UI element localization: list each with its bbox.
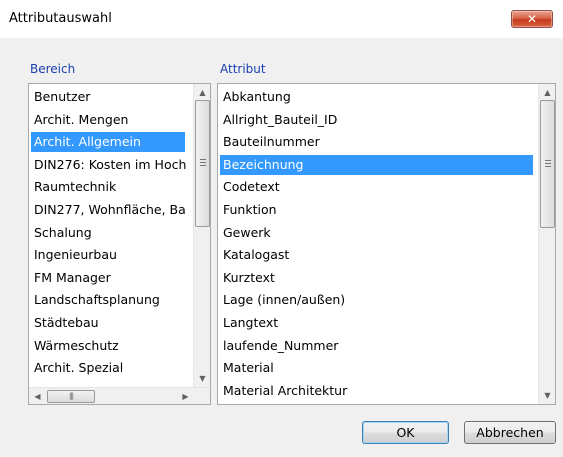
bereich-list-item[interactable]: DIN277, Wohnfläche, Ba <box>31 200 186 220</box>
bereich-list-item[interactable]: Ingenieurbau <box>31 245 185 265</box>
attribut-list-item[interactable]: Kurztext <box>220 268 533 288</box>
attribut-list-item[interactable]: Bauteilnummer <box>220 132 533 152</box>
attribut-label: Attribut <box>220 62 266 76</box>
window-title: Attributauswahl <box>9 11 112 26</box>
scroll-down-arrow-icon[interactable]: ▼ <box>539 387 555 404</box>
cancel-button[interactable]: Abbrechen <box>464 421 556 444</box>
bereich-list-item[interactable]: Archit. Mengen <box>31 110 185 130</box>
attribut-list-item[interactable]: Langtext <box>220 313 533 333</box>
attribut-listbox[interactable]: Abkantung Allright_Bauteil_ID Bauteilnumme… <box>217 83 556 405</box>
bereich-horizontal-scroll-thumb[interactable]: ||| <box>47 390 95 403</box>
ok-button[interactable]: OK <box>362 421 449 444</box>
attribut-list-item[interactable]: Allright_Bauteil_ID <box>220 110 533 130</box>
bereich-vertical-scrollbar[interactable]: ▲ ▼ <box>193 84 210 387</box>
title-bar: Attributauswahl ✕ <box>0 0 563 38</box>
bereich-horizontal-scrollbar[interactable]: ◀ ||| ▶ <box>29 387 210 404</box>
close-button[interactable]: ✕ <box>511 10 553 28</box>
bereich-list-item[interactable]: Raumtechnik <box>31 177 185 197</box>
bereich-list-item[interactable]: Landschaftsplanung <box>31 290 185 310</box>
attribut-list-item[interactable]: Gewerk <box>220 223 533 243</box>
bereich-list-item[interactable]: Archit. Spezial <box>31 358 185 378</box>
bereich-label: Bereich <box>30 62 76 76</box>
bereich-listbox[interactable]: Benutzer Archit. Mengen Archit. Allgemein D… <box>28 83 211 405</box>
attribut-list-item[interactable]: Material Architektur <box>220 381 533 401</box>
bereich-list-item[interactable]: DIN276: Kosten im Hoch <box>31 155 186 175</box>
scroll-up-arrow-icon[interactable]: ▲ <box>539 84 555 101</box>
scroll-down-arrow-icon[interactable]: ▼ <box>194 370 210 387</box>
bereich-list-item[interactable]: Wärmeschutz <box>31 336 185 356</box>
attribut-list-item[interactable]: Material <box>220 358 533 378</box>
attribut-list-item[interactable]: Bezeichnung <box>220 154 533 175</box>
scroll-left-arrow-icon[interactable]: ◀ <box>29 388 46 404</box>
bereich-list-item[interactable]: Benutzer <box>31 87 185 107</box>
attribut-list-item[interactable]: Katalogast <box>220 245 533 265</box>
attribut-list-item[interactable]: Codetext <box>220 177 533 197</box>
attribut-list-item[interactable]: Lage (innen/außen) <box>220 290 533 310</box>
attribut-list-item[interactable]: laufende_Nummer <box>220 336 533 356</box>
bereich-list-item[interactable]: Städtebau <box>31 313 185 333</box>
attribut-list-item[interactable]: Abkantung <box>220 87 533 107</box>
scroll-right-arrow-icon[interactable]: ▶ <box>177 388 194 404</box>
scroll-up-arrow-icon[interactable]: ▲ <box>194 84 210 101</box>
attribut-list-item[interactable]: Funktion <box>220 200 533 220</box>
close-x-icon: ✕ <box>526 12 538 26</box>
bereich-list-item[interactable]: Archit. Allgemein <box>31 132 185 153</box>
bereich-vertical-scroll-thumb[interactable] <box>195 100 210 227</box>
bereich-list-item[interactable]: FM Manager <box>31 268 185 288</box>
attributauswahl-dialog: Attributauswahl ✕ Bereich Benutzer Archit… <box>0 0 563 457</box>
bereich-list-item[interactable]: Schalung <box>31 223 185 243</box>
attribut-vertical-scroll-thumb[interactable] <box>540 100 555 228</box>
attribut-vertical-scrollbar[interactable]: ▲ ▼ <box>538 84 555 404</box>
